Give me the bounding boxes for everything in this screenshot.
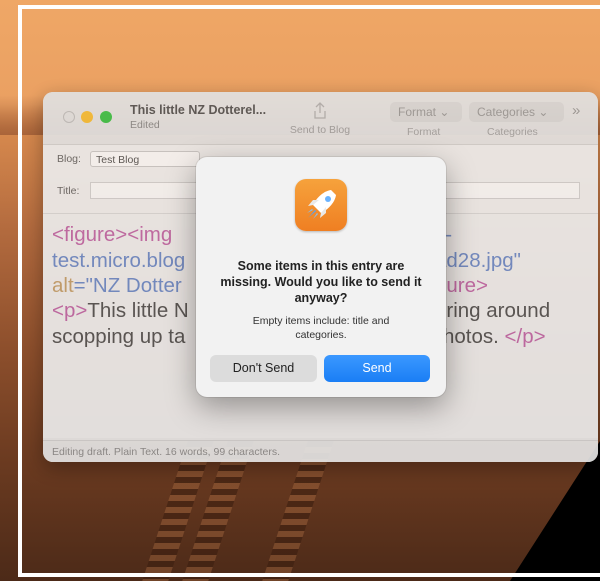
code-token: <figure><img [52,223,173,246]
share-upload-icon [314,102,326,119]
rover-track [262,441,334,581]
code-token: </p> [504,325,546,348]
code-token: alt [52,274,74,297]
code-token: test.micro.blog [52,249,186,272]
confirm-send-dialog: Some items in this entry are missing. Wo… [196,157,446,397]
dialog-title: Some items in this entry are missing. Wo… [220,259,422,305]
code-token: ="NZ Dotter [73,274,182,297]
editor-line-tail: ad28.jpg" [435,248,521,273]
code-token: scopping up ta [52,325,186,348]
zoom-window-button[interactable] [100,111,112,123]
code-token: This little N [87,299,189,322]
titlebar: This little NZ Dotterel... Edited Send t… [43,92,598,145]
title-label: Title: [57,185,80,197]
format-dropdown[interactable]: Format ⌄ [390,102,462,122]
status-bar: Editing draft. Plain Text. 16 words, 99 … [43,440,598,462]
dont-send-button[interactable]: Don't Send [210,355,317,382]
editor-line: <figure><img [52,222,172,247]
document-status: Edited [130,119,160,131]
categories-label: Categories [487,126,538,138]
send-to-blog-button[interactable]: Send to Blog [280,102,360,136]
code-token: hotos. [443,325,505,348]
rocket-icon [307,190,336,219]
editor-line: scopping up ta [52,324,185,349]
editor-line-tail: ering around [435,298,550,323]
code-token: <p> [52,299,88,322]
black-corner [510,441,600,581]
code-token: ering around [435,299,551,322]
minimize-window-button[interactable] [81,111,93,123]
rocket-app-icon [295,179,347,231]
white-frame-left [18,5,22,576]
toolbar-overflow-icon[interactable]: » [572,102,580,119]
categories-dropdown[interactable]: Categories ⌄ [469,102,564,122]
editor-line-tail: hotos. </p> [443,324,546,349]
document-title: This little NZ Dotterel... [130,103,267,117]
format-label: Format [407,126,441,138]
send-button[interactable]: Send [324,355,430,382]
blog-label: Blog: [57,153,81,165]
send-to-blog-label: Send to Blog [289,124,351,136]
close-window-button[interactable] [63,111,75,123]
code-token: ad28.jpg" [435,249,521,272]
editor-line: <p>This little N [52,298,189,323]
editor-line: alt="NZ Dotter [52,273,182,298]
white-frame-bottom [18,573,600,577]
dialog-message: Empty items include: title and categorie… [252,315,390,341]
blog-select[interactable]: Test Blog [90,151,200,167]
editor-line: test.micro.blog [52,248,185,273]
white-frame-top [18,5,600,9]
